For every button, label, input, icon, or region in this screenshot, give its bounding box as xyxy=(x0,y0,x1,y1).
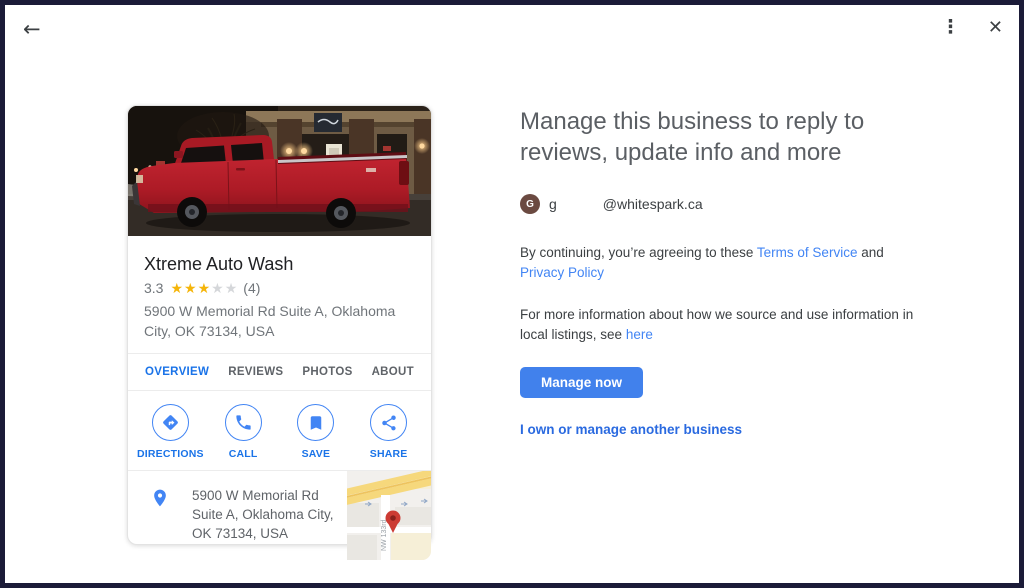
share-icon xyxy=(370,404,407,441)
terms-of-service-link[interactable]: Terms of Service xyxy=(757,245,858,260)
tab-overview[interactable]: OVERVIEW xyxy=(145,366,209,378)
manage-panel: Manage this business to reply to reviews… xyxy=(520,106,940,439)
here-link[interactable]: here xyxy=(626,327,653,342)
account-row: G g @whitespark.ca xyxy=(520,194,940,214)
location-address: 5900 W Memorial Rd Suite A, Oklahoma Cit… xyxy=(192,486,344,543)
more-options-icon[interactable]: ⋮ xyxy=(937,14,964,41)
rating-value: 3.3 xyxy=(144,280,163,296)
star-icon: ★ xyxy=(211,280,225,296)
tab-photos[interactable]: PHOTOS xyxy=(302,366,352,378)
save-button[interactable]: SAVE xyxy=(280,404,353,460)
action-buttons-row: DIRECTIONS CALL SAVE SHARE xyxy=(128,391,431,471)
topbar: ← ⋮ ✕ xyxy=(5,5,1019,53)
location-pin-icon xyxy=(150,488,170,513)
location-row: 5900 W Memorial Rd Suite A, Oklahoma Cit… xyxy=(128,471,431,561)
rating-row: 3.3 ★★★★★ (4) xyxy=(144,280,415,296)
account-domain: @whitespark.ca xyxy=(603,196,703,212)
star-rating-icons: ★★★★★ xyxy=(170,280,238,296)
directions-button[interactable]: DIRECTIONS xyxy=(134,404,207,460)
terms-conjunction: and xyxy=(857,245,883,260)
share-button[interactable]: SHARE xyxy=(352,404,425,460)
bookmark-icon xyxy=(297,404,334,441)
close-icon[interactable]: ✕ xyxy=(984,15,1007,41)
review-count: (4) xyxy=(243,280,260,296)
back-icon[interactable]: ← xyxy=(19,15,45,44)
terms-paragraph: By continuing, you’re agreeing to these … xyxy=(520,243,924,283)
business-photo[interactable] xyxy=(128,106,431,236)
business-card: Xtreme Auto Wash 3.3 ★★★★★ (4) 5900 W Me… xyxy=(127,105,432,545)
star-icon: ★ xyxy=(184,280,198,296)
other-business-link[interactable]: I own or manage another business xyxy=(520,422,742,437)
privacy-policy-link[interactable]: Privacy Policy xyxy=(520,265,604,280)
star-icon: ★ xyxy=(225,280,239,296)
business-info: Xtreme Auto Wash 3.3 ★★★★★ (4) 5900 W Me… xyxy=(128,236,431,353)
star-icon: ★ xyxy=(198,280,212,296)
map-thumbnail[interactable]: NW 133rd xyxy=(347,471,431,560)
directions-icon xyxy=(152,404,189,441)
call-button[interactable]: CALL xyxy=(207,404,280,460)
star-icon: ★ xyxy=(170,280,184,296)
account-avatar: G xyxy=(520,194,540,214)
info-paragraph: For more information about how we source… xyxy=(520,305,924,345)
phone-icon xyxy=(225,404,262,441)
business-tabs: OVERVIEW REVIEWS PHOTOS ABOUT xyxy=(128,353,431,391)
map-street-label: NW 133rd xyxy=(381,519,388,551)
business-address: 5900 W Memorial Rd Suite A, Oklahoma Cit… xyxy=(144,301,419,341)
business-name: Xtreme Auto Wash xyxy=(144,252,415,276)
tab-reviews[interactable]: REVIEWS xyxy=(228,366,283,378)
manage-now-button[interactable]: Manage now xyxy=(520,367,643,398)
terms-text: By continuing, you’re agreeing to these xyxy=(520,245,757,260)
tab-about[interactable]: ABOUT xyxy=(372,366,414,378)
info-text: For more information about how we source… xyxy=(520,307,913,342)
account-user: g xyxy=(549,196,557,212)
page-title: Manage this business to reply to reviews… xyxy=(520,106,902,168)
dialog-window: ← ⋮ ✕ xyxy=(0,0,1024,588)
